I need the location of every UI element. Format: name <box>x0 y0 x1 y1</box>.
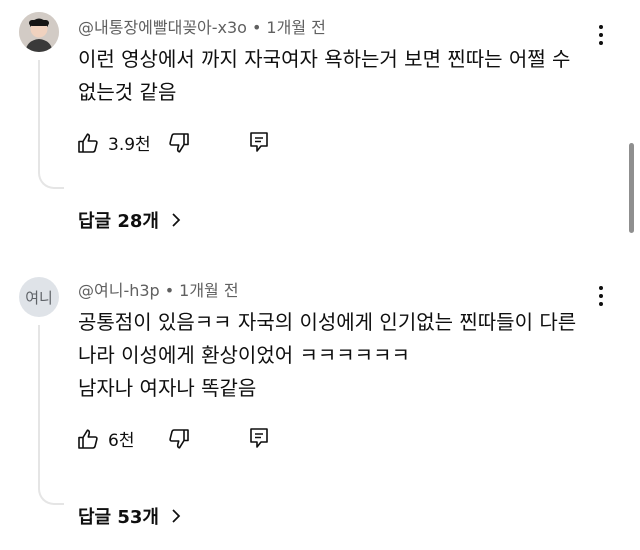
replies-label: 답글 28개 <box>78 211 159 232</box>
view-replies-button[interactable]: 답글 53개 <box>78 503 181 529</box>
comment-time[interactable]: 1개월 전 <box>266 18 325 37</box>
comment-time[interactable]: 1개월 전 <box>179 281 238 300</box>
comment-meta: @여니-h3p • 1개월 전 <box>78 277 239 301</box>
like-icon <box>78 428 98 449</box>
avatar[interactable] <box>19 12 59 52</box>
like-button[interactable]: 6천 <box>76 426 134 451</box>
thread-line <box>38 325 64 505</box>
chevron-right-icon <box>172 509 181 523</box>
view-replies-button[interactable]: 답글 28개 <box>78 207 181 233</box>
comment-text: 공통점이 있음ㅋㅋ 자국의 이성에게 인기없는 찐따들이 다른 나라 이성에게 … <box>78 310 577 400</box>
scrollbar[interactable] <box>629 143 634 233</box>
like-button[interactable]: 3.9천 <box>76 130 151 155</box>
meta-separator: • <box>251 18 262 37</box>
like-count: 6천 <box>108 431 135 451</box>
comment-meta: @내통장에빨대꽂아-x3o • 1개월 전 <box>78 14 326 38</box>
profile-photo-icon <box>19 12 59 52</box>
author-name[interactable]: @여니-h3p <box>78 281 160 300</box>
replies-label: 답글 53개 <box>78 507 159 528</box>
like-count: 3.9천 <box>108 135 151 155</box>
chevron-right-icon <box>172 213 181 227</box>
avatar-initials: 여니 <box>25 288 53 307</box>
avatar[interactable]: 여니 <box>19 277 59 317</box>
thread-line <box>38 60 64 189</box>
reply-icon[interactable] <box>247 426 271 450</box>
reply-icon[interactable] <box>247 130 271 154</box>
comment-text: 이런 영상에서 까지 자국여자 욕하는거 보면 찐따는 어쩔 수 없는것 같음 <box>78 47 571 104</box>
more-options-icon[interactable] <box>594 285 608 307</box>
author-name[interactable]: @내통장에빨대꽂아-x3o <box>78 18 247 37</box>
dislike-icon[interactable] <box>167 427 191 451</box>
like-icon <box>78 132 98 153</box>
meta-separator: • <box>164 281 175 300</box>
dislike-icon[interactable] <box>167 131 191 155</box>
